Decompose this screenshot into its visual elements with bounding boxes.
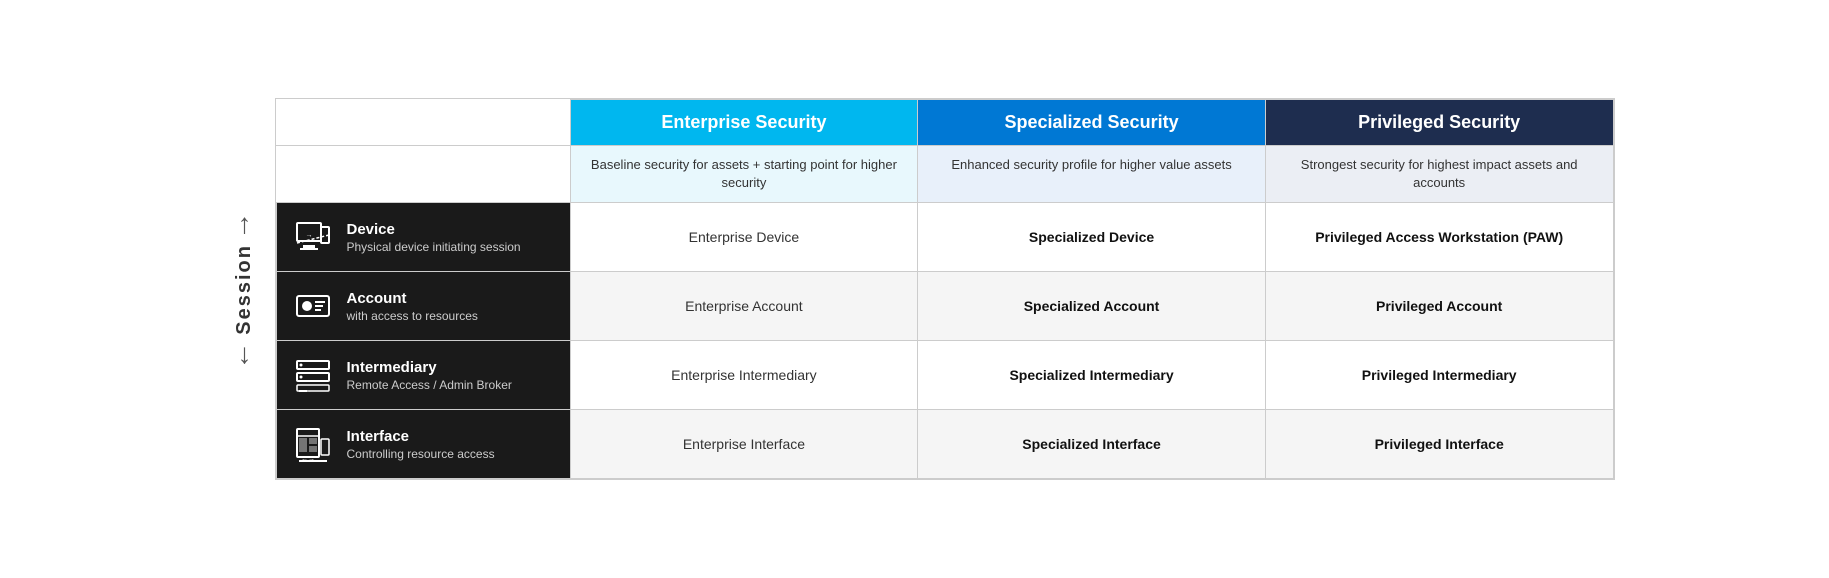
interface-title: Interface bbox=[347, 428, 495, 445]
subtitle-specialized: Enhanced security profile for higher val… bbox=[918, 145, 1266, 202]
intermediary-specialized-cell: Specialized Intermediary bbox=[918, 341, 1266, 410]
interface-specialized-cell: Specialized Interface bbox=[918, 410, 1266, 479]
header-row: Enterprise Security Specialized Security… bbox=[276, 99, 1613, 145]
intermediary-subtitle: Remote Access / Admin Broker bbox=[347, 378, 512, 392]
enterprise-header-label: Enterprise Security bbox=[661, 112, 826, 132]
table-body: → Device Physical device initiating sess… bbox=[276, 203, 1613, 479]
device-subtitle: Physical device initiating session bbox=[347, 240, 521, 254]
device-title: Device bbox=[347, 221, 521, 238]
privileged-subtitle-text: Strongest security for highest impact as… bbox=[1301, 157, 1578, 190]
account-privileged-cell: Privileged Account bbox=[1265, 272, 1613, 341]
device-icon: → bbox=[291, 215, 335, 259]
row-header-device: → Device Physical device initiating sess… bbox=[276, 203, 570, 272]
subtitle-empty-cell bbox=[276, 145, 570, 202]
header-enterprise: Enterprise Security bbox=[570, 99, 918, 145]
main-container: ↑ Session ↓ Enterprise Security Sp bbox=[215, 98, 1615, 480]
main-table-wrapper: Enterprise Security Specialized Security… bbox=[275, 98, 1615, 480]
header-privileged: Privileged Security bbox=[1265, 99, 1613, 145]
subtitle-row: Baseline security for assets + starting … bbox=[276, 145, 1613, 202]
session-arrow-up-icon: ↑ bbox=[238, 210, 252, 238]
header-specialized: Specialized Security bbox=[918, 99, 1266, 145]
subtitle-enterprise: Baseline security for assets + starting … bbox=[570, 145, 918, 202]
account-subtitle: with access to resources bbox=[347, 309, 478, 323]
svg-text:→: → bbox=[305, 232, 312, 239]
interface-icon: ←→ bbox=[291, 422, 335, 466]
account-title: Account bbox=[347, 290, 478, 307]
session-arrow-down-icon: ↓ bbox=[238, 340, 252, 368]
row-header-interface: ←→ Interface Controlling resource access bbox=[276, 410, 570, 479]
device-privileged-cell: Privileged Access Workstation (PAW) bbox=[1265, 203, 1613, 272]
account-specialized-cell: Specialized Account bbox=[918, 272, 1266, 341]
privileged-header-label: Privileged Security bbox=[1358, 112, 1520, 132]
subtitle-privileged: Strongest security for highest impact as… bbox=[1265, 145, 1613, 202]
row-account: Account with access to resources Enterpr… bbox=[276, 272, 1613, 341]
row-interface: ←→ Interface Controlling resource access… bbox=[276, 410, 1613, 479]
enterprise-subtitle-text: Baseline security for assets + starting … bbox=[591, 157, 897, 190]
interface-enterprise-cell: Enterprise Interface bbox=[570, 410, 918, 479]
account-icon bbox=[291, 284, 335, 328]
row-header-account: Account with access to resources bbox=[276, 272, 570, 341]
intermediary-enterprise-cell: Enterprise Intermediary bbox=[570, 341, 918, 410]
security-matrix-table: Enterprise Security Specialized Security… bbox=[276, 99, 1614, 479]
intermediary-privileged-cell: Privileged Intermediary bbox=[1265, 341, 1613, 410]
session-label: Session bbox=[233, 244, 256, 335]
row-device: → Device Physical device initiating sess… bbox=[276, 203, 1613, 272]
intermediary-icon: ←→ bbox=[291, 353, 335, 397]
specialized-subtitle-text: Enhanced security profile for higher val… bbox=[951, 157, 1231, 172]
svg-text:←→: ←→ bbox=[301, 456, 315, 463]
session-label-column: ↑ Session ↓ bbox=[215, 98, 275, 480]
interface-privileged-cell: Privileged Interface bbox=[1265, 410, 1613, 479]
row-intermediary: ←→ Intermediary Remote Access / Admin Br… bbox=[276, 341, 1613, 410]
intermediary-title: Intermediary bbox=[347, 359, 512, 376]
interface-subtitle: Controlling resource access bbox=[347, 447, 495, 461]
svg-text:←→: ←→ bbox=[300, 388, 312, 394]
specialized-header-label: Specialized Security bbox=[1005, 112, 1179, 132]
device-specialized-cell: Specialized Device bbox=[918, 203, 1266, 272]
account-enterprise-cell: Enterprise Account bbox=[570, 272, 918, 341]
header-empty-cell bbox=[276, 99, 570, 145]
device-enterprise-cell: Enterprise Device bbox=[570, 203, 918, 272]
row-header-intermediary: ←→ Intermediary Remote Access / Admin Br… bbox=[276, 341, 570, 410]
